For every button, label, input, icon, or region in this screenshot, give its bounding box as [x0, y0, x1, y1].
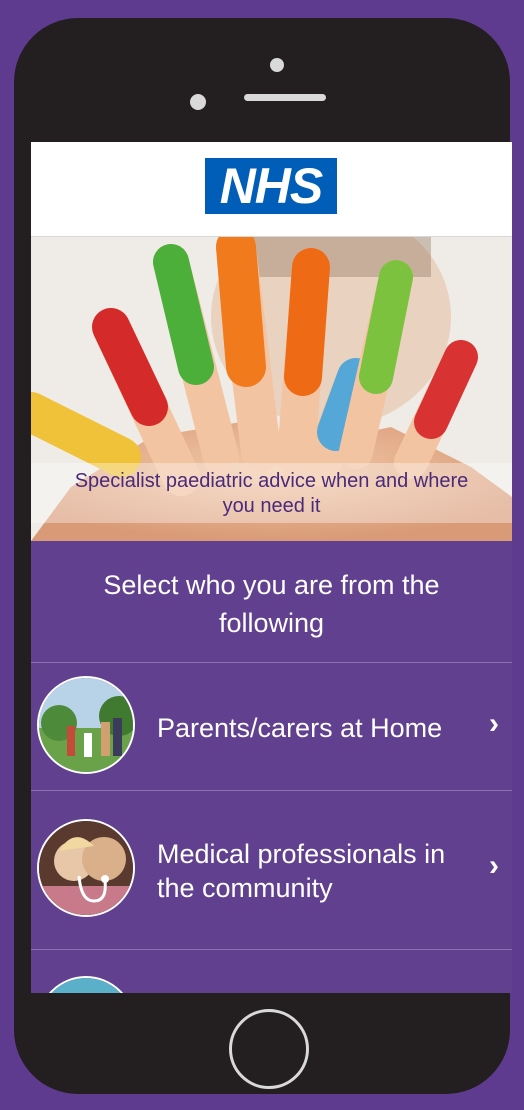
app-screen: NHS Specialist paediatric advice when an…	[31, 142, 512, 993]
chevron-right-icon: ›	[489, 849, 499, 882]
family-photo-avatar	[37, 676, 135, 774]
selection-prompt: Select who you are from the following	[31, 566, 512, 642]
option-medical-professionals[interactable]: Medical professionals in the community ›	[31, 791, 512, 949]
stethoscope-photo-avatar	[37, 819, 135, 917]
option-partial[interactable]	[31, 950, 512, 993]
option-label: Parents/carers at Home	[157, 713, 443, 743]
front-camera	[270, 58, 284, 72]
hero-caption-line1: Specialist paediatric advice when and wh…	[74, 470, 469, 492]
nhs-logo: NHS	[205, 158, 337, 214]
option-label-line1: Medical professionals in	[157, 839, 446, 869]
app-header: NHS	[31, 142, 512, 237]
hero-banner: Specialist paediatric advice when and wh…	[31, 237, 512, 541]
partial-photo-avatar	[37, 976, 135, 993]
chevron-right-icon: ›	[489, 707, 499, 740]
sensor-dot	[190, 94, 206, 110]
prompt-line2: following	[218, 608, 325, 638]
hero-caption: Specialist paediatric advice when and wh…	[31, 469, 512, 519]
option-label-line2: the community	[157, 873, 333, 903]
home-button[interactable]	[229, 1009, 309, 1089]
prompt-line1: Select who you are from the	[103, 570, 440, 600]
option-label: Medical professionals in the community	[157, 837, 445, 905]
hero-caption-line2: you need it	[222, 495, 321, 517]
earpiece-speaker	[244, 94, 326, 101]
